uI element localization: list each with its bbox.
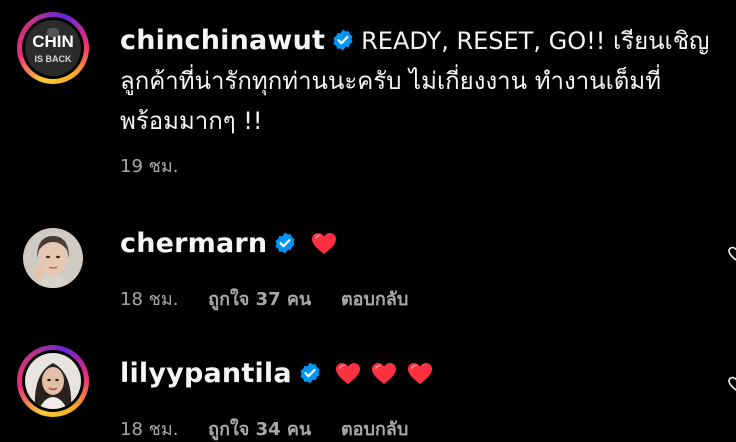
reply-button[interactable]: ตอบกลับ (341, 289, 408, 310)
avatar[interactable] (17, 222, 89, 294)
comment-meta: 19 ชม. (120, 151, 202, 180)
verified-badge-icon (333, 29, 353, 51)
comment-body: chinchinawut READY, RESET, GO!! เรียนเชิญ… (120, 21, 720, 141)
woman-portrait-avatar-icon (23, 228, 83, 288)
red-heart-emoji-icon (408, 363, 433, 384)
red-heart-emoji-icon (312, 233, 336, 254)
red-heart-emoji-icon (372, 363, 397, 384)
avatar[interactable]: CHIN IS BACK (17, 12, 89, 84)
likes-count-link[interactable]: ถูกใจ 34 คน (208, 419, 311, 440)
comment-text-line: ลูกค้าที่น่ารักทุกท่านนะครับ ไม่เกี่ยงงา… (120, 67, 662, 95)
comment-body: lilyypantila (120, 354, 720, 394)
reply-button[interactable]: ตอบกลับ (341, 419, 408, 440)
comment-text-line: พร้อมมากๆ !! (120, 107, 263, 135)
comment-time[interactable]: 18 ชม. (120, 419, 178, 440)
svg-text:IS BACK: IS BACK (34, 54, 72, 64)
red-heart-emoji-icon (336, 363, 361, 384)
comment-meta: 18 ชม. ถูกใจ 34 คน ตอบกลับ (120, 414, 432, 442)
comment-username[interactable]: lilyypantila (120, 358, 292, 389)
comment-body: chermarn (120, 224, 720, 264)
avatar[interactable] (17, 345, 89, 417)
comment-text-line: READY, RESET, GO!! เรียนเชิญ (361, 27, 710, 55)
verified-badge-icon (275, 232, 295, 254)
comment-time[interactable]: 19 ชม. (120, 156, 178, 177)
like-heart-icon[interactable] (728, 376, 736, 392)
likes-count-link[interactable]: ถูกใจ 37 คน (208, 289, 311, 310)
comment-username[interactable]: chinchinawut (120, 25, 325, 56)
like-heart-icon[interactable] (728, 246, 736, 262)
chin-is-back-avatar-icon: CHIN IS BACK (25, 20, 81, 76)
comment-meta: 18 ชม. ถูกใจ 37 คน ตอบกลับ (120, 284, 432, 313)
comment-username[interactable]: chermarn (120, 228, 267, 259)
verified-badge-icon (300, 362, 320, 384)
comment-time[interactable]: 18 ชม. (120, 289, 178, 310)
woman-portrait-avatar-icon (25, 353, 81, 409)
